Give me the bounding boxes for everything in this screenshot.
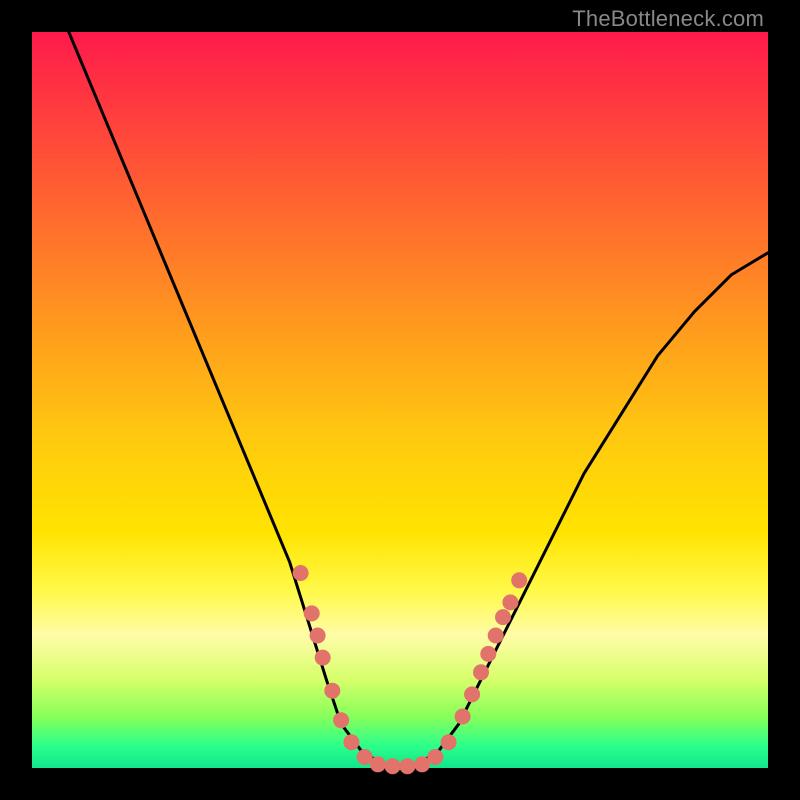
curve-marker [480, 646, 496, 662]
curve-marker [293, 565, 309, 581]
watermark-text: TheBottleneck.com [572, 6, 764, 32]
curve-marker [304, 605, 320, 621]
curve-marker [441, 734, 457, 750]
curve-marker [502, 594, 518, 610]
curve-marker [310, 628, 326, 644]
curve-marker [315, 650, 331, 666]
plot-area [32, 32, 768, 768]
curve-markers [293, 565, 528, 774]
curve-marker [399, 758, 415, 774]
curve-marker [385, 758, 401, 774]
curve-marker [324, 683, 340, 699]
curve-marker [427, 749, 443, 765]
curve-marker [464, 686, 480, 702]
curve-marker [370, 756, 386, 772]
chart-frame: TheBottleneck.com [0, 0, 800, 800]
curve-marker [488, 628, 504, 644]
curve-marker [511, 572, 527, 588]
curve-marker [343, 734, 359, 750]
curve-svg [32, 32, 768, 768]
bottleneck-curve [69, 32, 768, 768]
curve-marker [333, 712, 349, 728]
curve-marker [455, 709, 471, 725]
curve-marker [495, 609, 511, 625]
curve-marker [473, 664, 489, 680]
